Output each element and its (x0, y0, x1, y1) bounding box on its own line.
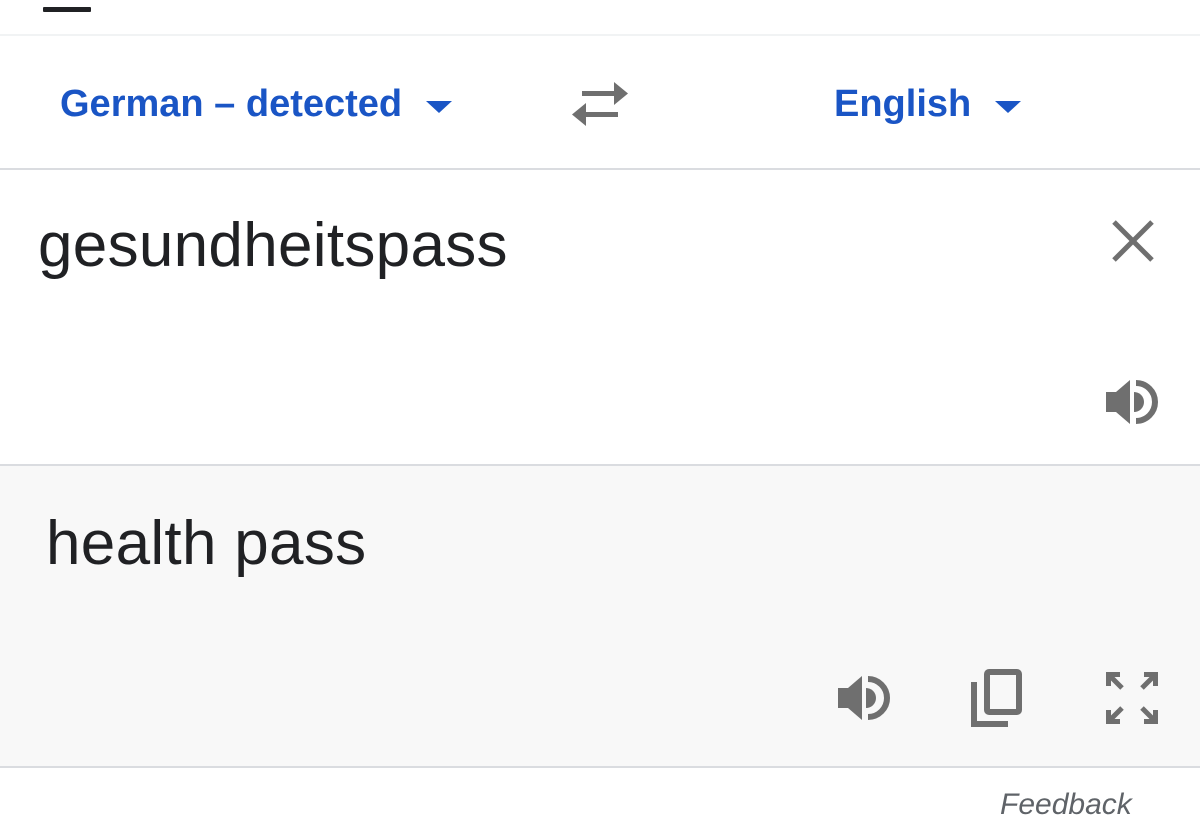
listen-source-button[interactable] (1100, 372, 1164, 432)
fullscreen-button[interactable] (1100, 666, 1164, 730)
source-language-label: German – detected (60, 82, 403, 125)
source-language-selector[interactable]: German – detected (60, 80, 453, 128)
translated-text: health pass (46, 509, 367, 578)
source-input-area[interactable]: gesundheitspass (0, 172, 1200, 466)
speaker-icon (838, 676, 890, 720)
copy-icon (971, 669, 1022, 727)
chevron-down-icon (995, 101, 1022, 113)
chevron-down-icon (426, 101, 453, 113)
swap-languages-button[interactable] (568, 76, 632, 132)
source-text[interactable]: gesundheitspass (38, 210, 508, 281)
target-language-label: English (834, 82, 972, 125)
speaker-icon (1106, 380, 1158, 424)
swap-languages-icon (572, 82, 628, 126)
active-tab-indicator (43, 7, 91, 12)
language-bar: German – detected English (0, 36, 1200, 170)
copy-translation-button[interactable] (964, 666, 1028, 730)
close-icon (1112, 220, 1154, 262)
top-tab-strip (0, 0, 1200, 36)
feedback-link[interactable]: Feedback (1000, 788, 1132, 822)
clear-input-button[interactable] (1106, 214, 1160, 268)
target-language-selector[interactable]: English (834, 80, 1022, 128)
fullscreen-icon (1106, 672, 1158, 724)
translation-output-area: health pass (0, 466, 1200, 768)
listen-translation-button[interactable] (832, 666, 896, 730)
